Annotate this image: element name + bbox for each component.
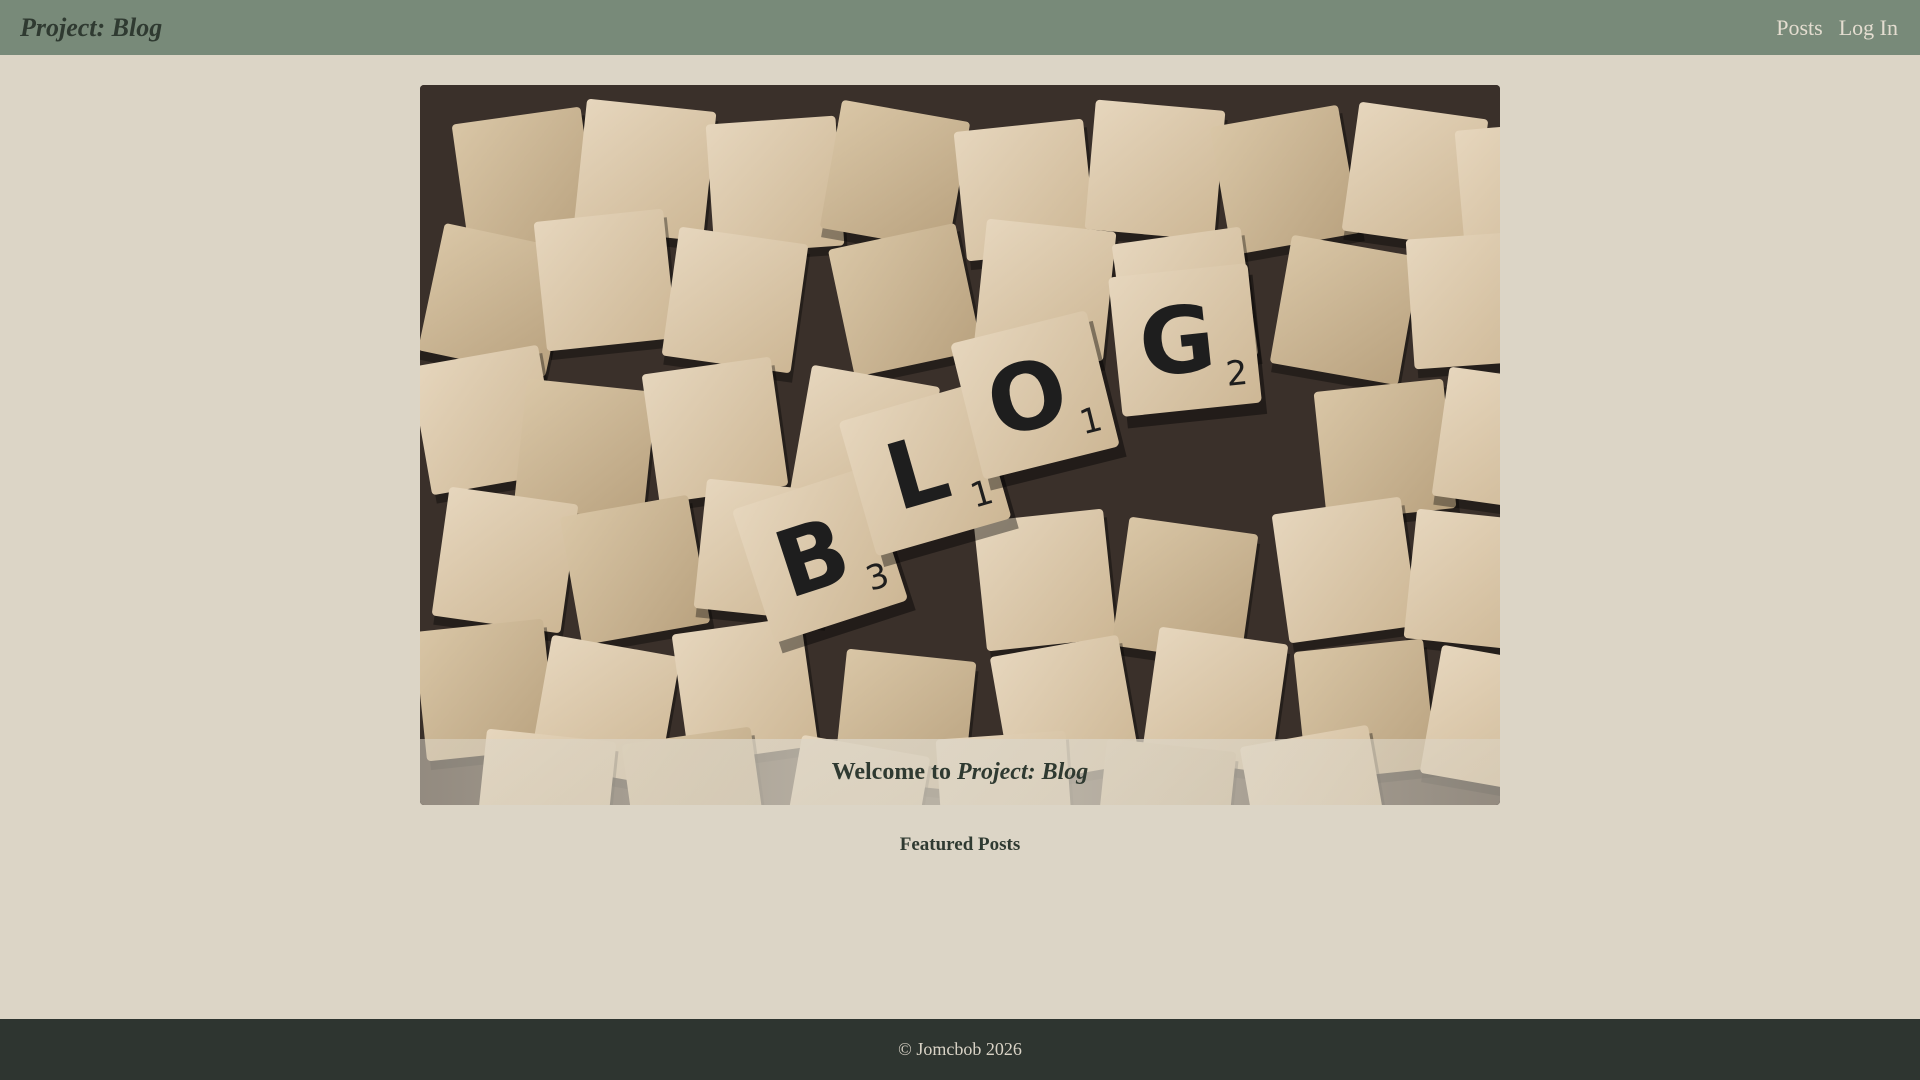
nav-link-login[interactable]: Log In (1839, 15, 1898, 41)
nav-link-posts[interactable]: Posts (1776, 15, 1822, 41)
wood-tile (1405, 230, 1500, 379)
caption-prefix: Welcome to (831, 758, 951, 785)
wood-tile (1403, 508, 1500, 661)
wood-tile (533, 208, 681, 361)
nav-links: Posts Log In (1776, 15, 1898, 41)
navbar: Project: Blog Posts Log In (0, 0, 1920, 55)
footer: © Jomcbob 2026 (0, 1019, 1920, 1080)
tile-letter: G (1134, 284, 1220, 398)
wood-tile (1084, 99, 1228, 250)
wood-tile (662, 227, 811, 383)
wood-tile (1270, 235, 1422, 395)
wood-tile (560, 495, 715, 654)
footer-copyright: © Jomcbob 2026 (898, 1039, 1022, 1059)
tile-score: 2 (1224, 353, 1250, 395)
hero-image-graphic: B3L 1O1G 2 (420, 85, 1500, 805)
brand-link[interactable]: Project: Blog (20, 13, 162, 43)
wood-tile (432, 487, 581, 643)
hero-caption: Welcome to Project: Blog (420, 739, 1500, 805)
featured-posts-heading: Featured Posts (899, 834, 1021, 855)
wood-tile (1272, 497, 1423, 652)
letter-tile: G2 (1108, 263, 1268, 429)
hero-image: B3L1O1G2 Welcome to Project: Blog (420, 85, 1500, 805)
caption-title: Project: Blog (956, 758, 1089, 785)
